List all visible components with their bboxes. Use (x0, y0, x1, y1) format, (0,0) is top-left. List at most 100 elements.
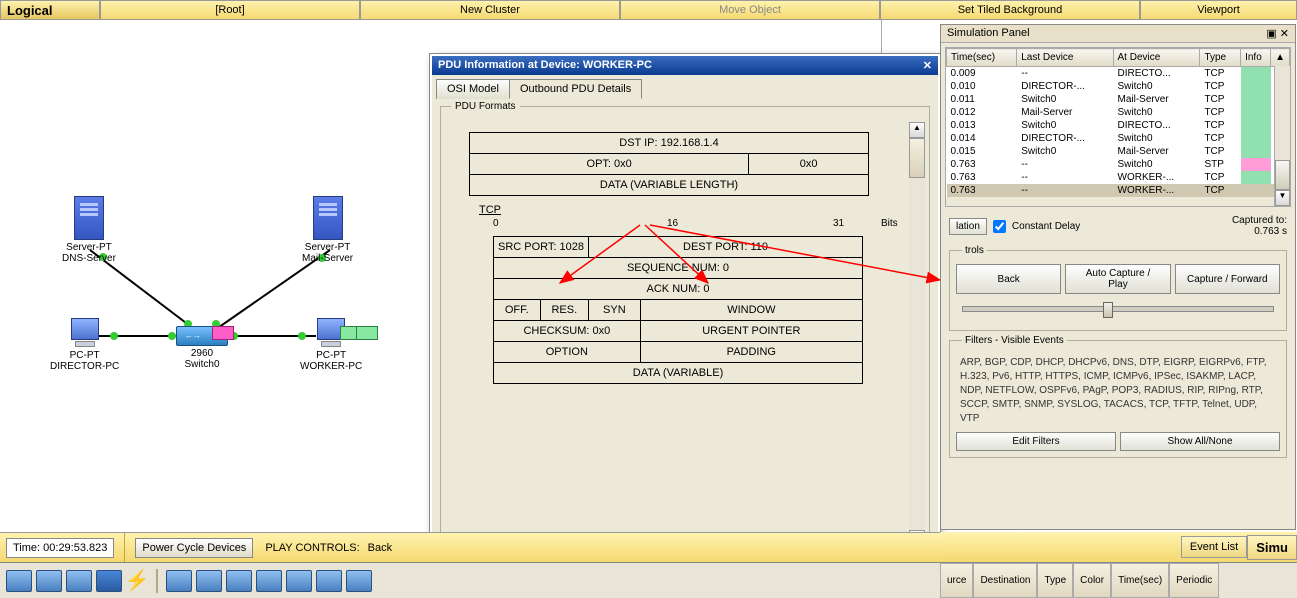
event-row[interactable]: 0.012Mail-ServerSwitch0TCP (947, 106, 1290, 119)
root-button[interactable]: [Root] (100, 0, 360, 20)
palette-device-icon[interactable] (166, 570, 192, 592)
window-title[interactable]: PDU Information at Device: WORKER-PC✕ (432, 56, 938, 75)
simulation-toggle[interactable]: lation (949, 218, 987, 235)
palette-router-icon[interactable] (6, 570, 32, 592)
event-list[interactable]: Time(sec)Last DeviceAt DeviceTypeInfo▲ 0… (945, 47, 1291, 207)
tcp-res: RES. (540, 300, 588, 321)
device-label: Switch0 (184, 359, 219, 370)
col-last[interactable]: Last Device (1017, 49, 1113, 67)
device-type: PC-PT (70, 350, 100, 361)
event-row[interactable]: 0.013Switch0DIRECTO...TCP (947, 119, 1290, 132)
scroll-down-icon[interactable]: ▼ (1275, 190, 1290, 206)
back-label[interactable]: Back (368, 542, 392, 554)
palette-switch-icon[interactable] (36, 570, 62, 592)
auto-capture-button[interactable]: Auto Capture / Play (1065, 264, 1170, 294)
palette-device-icon[interactable] (286, 570, 312, 592)
simulation-panel-title[interactable]: Simulation Panel▣ ✕ (941, 25, 1295, 43)
col-color[interactable]: Color (1073, 563, 1111, 598)
palette-wireless-icon[interactable] (96, 570, 122, 592)
power-cycle-button[interactable]: Power Cycle Devices (135, 538, 253, 558)
col-source[interactable]: urce (940, 563, 973, 598)
event-row[interactable]: 0.009--DIRECTO...TCP (947, 67, 1290, 81)
show-all-none-button[interactable]: Show All/None (1120, 432, 1280, 451)
pdu-info-window[interactable]: PDU Information at Device: WORKER-PC✕ OS… (430, 54, 940, 584)
tcp-seq: SEQUENCE NUM: 0 (494, 258, 863, 279)
sim-time: Time: 00:29:53.823 (6, 538, 114, 558)
close-icon[interactable]: ✕ (1280, 28, 1289, 40)
edit-filters-button[interactable]: Edit Filters (956, 432, 1116, 451)
constant-delay-label: Constant Delay (1012, 221, 1080, 232)
tcp-ruler: 0 16 31 Bits (479, 218, 891, 232)
tcp-dst-port: DEST PORT: 110 (589, 237, 863, 258)
device-director-pc[interactable]: PC-PTDIRECTOR-PC (50, 318, 119, 372)
viewport-button[interactable]: Viewport (1140, 0, 1297, 20)
col-timesec[interactable]: Time(sec) (1111, 563, 1169, 598)
event-row[interactable]: 0.763--WORKER-...TCP (947, 184, 1290, 197)
tcp-label: TCP (479, 204, 891, 216)
palette-device-icon[interactable] (256, 570, 282, 592)
play-controls-label: PLAY CONTROLS: (265, 542, 359, 554)
constant-delay-checkbox[interactable] (993, 220, 1006, 233)
col-time[interactable]: Time(sec) (947, 49, 1017, 67)
col-at[interactable]: At Device (1113, 49, 1200, 67)
device-dns-server[interactable]: Server-PTDNS-Server (62, 196, 116, 264)
scroll-up-icon[interactable]: ▲ (1271, 49, 1290, 67)
event-list-button[interactable]: Event List (1181, 536, 1247, 558)
speed-slider[interactable] (962, 306, 1274, 312)
ip-data: DATA (VARIABLE LENGTH) (470, 175, 869, 196)
event-row[interactable]: 0.763--Switch0STP (947, 158, 1290, 171)
close-icon[interactable]: ✕ (923, 59, 932, 72)
tcp-window: WINDOW (640, 300, 862, 321)
bottom-right-bar: Event List Simu (940, 532, 1297, 562)
set-tiled-background-button[interactable]: Set Tiled Background (880, 0, 1140, 20)
event-row[interactable]: 0.010DIRECTOR-...Switch0TCP (947, 80, 1290, 93)
tcp-checksum: CHECKSUM: 0x0 (494, 321, 641, 342)
event-row[interactable]: 0.015Switch0Mail-ServerTCP (947, 145, 1290, 158)
scroll-thumb[interactable] (1275, 160, 1290, 190)
device-type: PC-PT (316, 350, 346, 361)
tcp-src-port: SRC PORT: 1028 (494, 237, 589, 258)
event-row[interactable]: 0.014DIRECTOR-...Switch0TCP (947, 132, 1290, 145)
tcp-flags: SYN (589, 300, 641, 321)
col-info[interactable]: Info (1241, 49, 1271, 67)
move-object-button: Move Object (620, 0, 880, 20)
event-filters-group: Filters - Visible Events ARP, BGP, CDP, … (949, 335, 1287, 458)
logical-tab[interactable]: Logical (0, 0, 100, 20)
simulation-mode-button[interactable]: Simu (1247, 535, 1297, 560)
palette-lightning-icon[interactable]: ⚡ (126, 570, 148, 592)
envelope-pink-icon[interactable] (212, 326, 234, 340)
device-label: DNS-Server (62, 253, 116, 264)
event-row[interactable]: 0.011Switch0Mail-ServerTCP (947, 93, 1290, 106)
device-type: Server-PT (305, 242, 351, 253)
palette-device-icon[interactable] (346, 570, 372, 592)
scenario-columns: urce Destination Type Color Time(sec) Pe… (940, 562, 1297, 598)
back-button[interactable]: Back (956, 264, 1061, 294)
tab-osi-model[interactable]: OSI Model (436, 79, 510, 99)
tcp-urgent: URGENT POINTER (640, 321, 862, 342)
palette-device-icon[interactable] (226, 570, 252, 592)
col-periodic[interactable]: Periodic (1169, 563, 1219, 598)
col-type[interactable]: Type (1200, 49, 1241, 67)
palette-device-icon[interactable] (196, 570, 222, 592)
device-mail-server[interactable]: Server-PTMail-Server (302, 196, 353, 264)
event-row[interactable]: 0.763--WORKER-...TCP (947, 171, 1290, 184)
col-destination[interactable]: Destination (973, 563, 1037, 598)
col-type2[interactable]: Type (1037, 563, 1073, 598)
capture-forward-button[interactable]: Capture / Forward (1175, 264, 1280, 294)
envelope-green-icon[interactable] (356, 326, 378, 340)
scroll-up-icon[interactable]: ▲ (909, 122, 925, 138)
tab-outbound-pdu[interactable]: Outbound PDU Details (509, 79, 642, 99)
simulation-panel[interactable]: Simulation Panel▣ ✕ Time(sec)Last Device… (940, 24, 1296, 530)
pdu-vscroll[interactable]: ▲▼ (909, 122, 925, 546)
pdu-formats-label: PDU Formats (451, 101, 520, 112)
dock-icon[interactable]: ▣ (1266, 28, 1276, 40)
ip-dst: DST IP: 192.168.1.4 (470, 133, 869, 154)
event-vscroll[interactable]: ▼ (1274, 66, 1290, 206)
palette-hub-icon[interactable] (66, 570, 92, 592)
tcp-off: OFF. (494, 300, 541, 321)
palette-device-icon[interactable] (316, 570, 342, 592)
filters-text: ARP, BGP, CDP, DHCP, DHCPv6, DNS, DTP, E… (956, 354, 1280, 428)
new-cluster-button[interactable]: New Cluster (360, 0, 620, 20)
slider-knob[interactable] (1103, 302, 1113, 318)
scroll-thumb[interactable] (909, 138, 925, 178)
